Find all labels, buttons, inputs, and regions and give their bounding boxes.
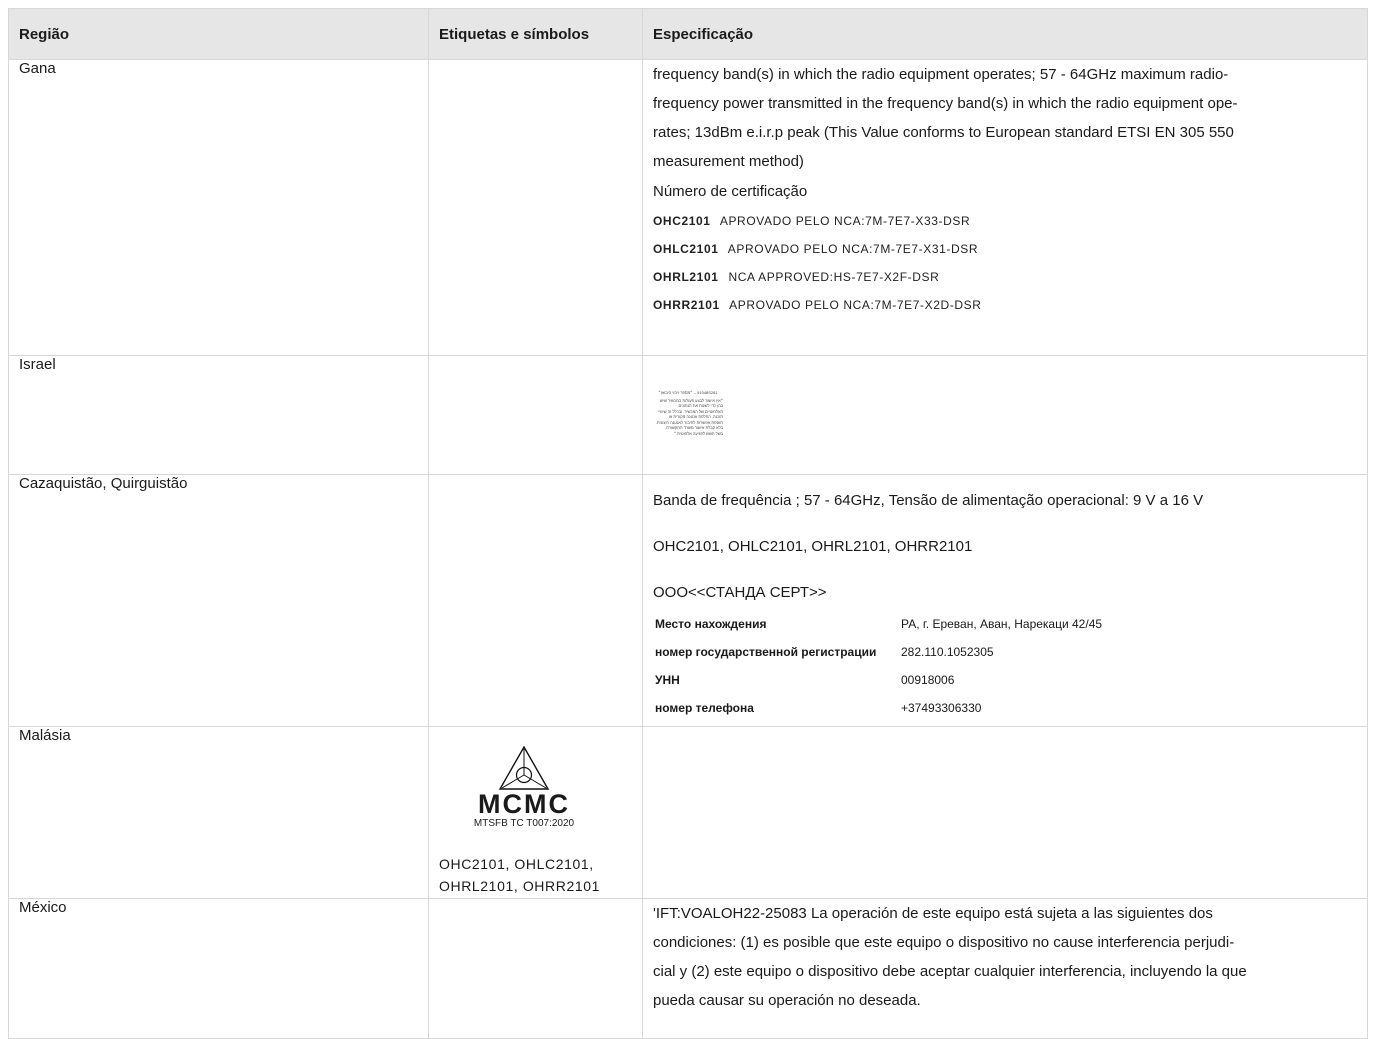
malaysia-models: OHC2101, OHLC2101, OHRL2101, OHRR2101 <box>439 853 632 897</box>
spec-text-line: condiciones: (1) es posible que este equ… <box>653 934 1235 951</box>
spec-israel: 51048S261 – ״מספר זיהוי היבואן״ ״אין איש… <box>642 355 1368 475</box>
spec-text-line: cial y (2) este equipo o dispositivo deb… <box>653 963 1247 980</box>
address-row: Место нахождения РА, г. Ереван, Аван, На… <box>653 610 1106 638</box>
table-header-row: Região Etiquetas e símbolos Especificaçã… <box>8 8 1368 60</box>
address-row: номер телефона +37493306330 <box>653 694 1106 722</box>
cert-text: APROVADO PELO NCA:7M-7E7-X33-DSR <box>719 214 971 228</box>
spec-kazakhstan: Banda de frequência ; 57 - 64GHz, Tensão… <box>642 474 1368 727</box>
address-value: +37493306330 <box>901 701 982 715</box>
labels-kazakhstan <box>428 474 643 727</box>
address-value: 282.110.1052305 <box>901 645 994 659</box>
address-key: номер телефона <box>655 701 754 715</box>
cert-model: OHC2101 <box>653 214 711 228</box>
mcmc-standard-text: MTSFB TC T007:2020 <box>473 818 575 829</box>
cert-model: OHLC2101 <box>653 242 719 256</box>
cert-text: APROVADO PELO NCA:7M-7E7-X31-DSR <box>727 242 979 256</box>
israel-label-line: ״אין אישור לבצע פעולות במכשיר שיש בהן כד… <box>659 397 723 409</box>
header-specification: Especificação <box>642 8 1368 60</box>
israel-label-line: האלחוטיים של המכשיר. ובכלל זה שינויי תוכ… <box>657 408 723 420</box>
cert-line: OHLC2101 APROVADO PELO NCA:7M-7E7-X31-DS… <box>653 240 1357 268</box>
address-table: Место нахождения РА, г. Ереван, Аван, На… <box>653 610 1106 722</box>
table-row-ghana: Gana frequency band(s) in which the radi… <box>8 59 1368 356</box>
cert-line: OHC2101 APROVADO PELO NCA:7M-7E7-X33-DSR <box>653 212 1357 240</box>
address-key: Место нахождения <box>655 617 767 631</box>
table-row-malaysia: Malásia MCMC MTSFB TC T007:2020 OHC2101,… <box>8 726 1368 899</box>
certification-number-title: Número de certificação <box>653 183 808 200</box>
labels-malaysia: MCMC MTSFB TC T007:2020 OHC2101, OHLC210… <box>428 726 643 899</box>
address-key: номер государственной регистрации <box>655 645 877 659</box>
cert-model: OHRL2101 <box>653 270 719 284</box>
mcmc-logo: MCMC MTSFB TC T007:2020 <box>439 727 609 831</box>
mcmc-logo-text: MCMC <box>478 789 570 819</box>
spec-text-line: OHC2101, OHLC2101, OHRL2101, OHRR2101 <box>653 538 973 555</box>
spec-text-line: rates; 13dBm e.i.r.p peak (This Value co… <box>653 124 1234 141</box>
cert-text: NCA APPROVED:HS-7E7-X2F-DSR <box>728 270 940 284</box>
table-row-mexico: México 'IFT:VOALOH22-25083 La operación … <box>8 898 1368 1039</box>
address-value: 00918006 <box>901 673 955 687</box>
address-key: УНН <box>655 673 680 687</box>
region-kazakhstan: Cazaquistão, Quirguistão <box>8 474 429 727</box>
table-row-kazakhstan: Cazaquistão, Quirguistão Banda de frequê… <box>8 474 1368 727</box>
spec-text-line: OOO<<СТАНДА СЕРТ>> <box>653 584 827 601</box>
cert-line: OHRR2101 APROVADO PELO NCA:7M-7E7-X2D-DS… <box>653 296 1357 324</box>
labels-ghana <box>428 59 643 356</box>
spec-text-line: frequency band(s) in which the radio equ… <box>653 66 1229 83</box>
spec-text-line: 'IFT:VOALOH22-25083 La operación de este… <box>653 905 1213 922</box>
israel-hebrew-label-image: 51048S261 – ״מספר זיהוי היבואן״ ״אין איש… <box>653 390 723 436</box>
address-row: номер государственной регистрации 282.11… <box>653 638 1106 666</box>
israel-label-line: בשל חשש לפגיעה אלחוטית.״ <box>673 430 723 436</box>
israel-label-number: 51048S261 – ״מספר זיהוי היבואן״ <box>658 390 718 395</box>
cert-line: OHRL2101 NCA APPROVED:HS-7E7-X2F-DSR <box>653 268 1357 296</box>
spec-ghana: frequency band(s) in which the radio equ… <box>642 59 1368 356</box>
regulatory-table: Região Etiquetas e símbolos Especificaçã… <box>8 8 1368 1039</box>
spec-text-line: frequency power transmitted in the frequ… <box>653 95 1238 112</box>
spec-malaysia <box>642 726 1368 899</box>
israel-label-line: תוספת אפשרות לחיבור לאנטנה חיצונית. בלא … <box>655 419 723 431</box>
region-malaysia: Malásia <box>8 726 429 899</box>
cert-text: APROVADO PELO NCA:7M-7E7-X2D-DSR <box>729 298 982 312</box>
address-row: УНН 00918006 <box>653 666 1106 694</box>
labels-israel <box>428 355 643 475</box>
spec-mexico: 'IFT:VOALOH22-25083 La operación de este… <box>642 898 1368 1039</box>
malaysia-models-line: OHRL2101, OHRR2101 <box>439 878 600 894</box>
table-row-israel: Israel 51048S261 – ״מספר זיהוי היבואן״ ״… <box>8 355 1368 475</box>
mcmc-triangle-icon <box>498 745 550 790</box>
region-ghana: Gana <box>8 59 429 356</box>
header-labels-symbols: Etiquetas e símbolos <box>428 8 643 60</box>
labels-mexico <box>428 898 643 1039</box>
region-mexico: México <box>8 898 429 1039</box>
cert-model: OHRR2101 <box>653 298 720 312</box>
spec-text-line: pueda causar su operación no deseada. <box>653 992 921 1009</box>
header-region: Região <box>8 8 429 60</box>
spec-text-line: Banda de frequência ; 57 - 64GHz, Tensão… <box>653 492 1204 509</box>
spec-text-line: measurement method) <box>653 153 804 170</box>
malaysia-models-line: OHC2101, OHLC2101, <box>439 856 594 872</box>
region-israel: Israel <box>8 355 429 475</box>
address-value: РА, г. Ереван, Аван, Нарекаци 42/45 <box>901 617 1103 631</box>
